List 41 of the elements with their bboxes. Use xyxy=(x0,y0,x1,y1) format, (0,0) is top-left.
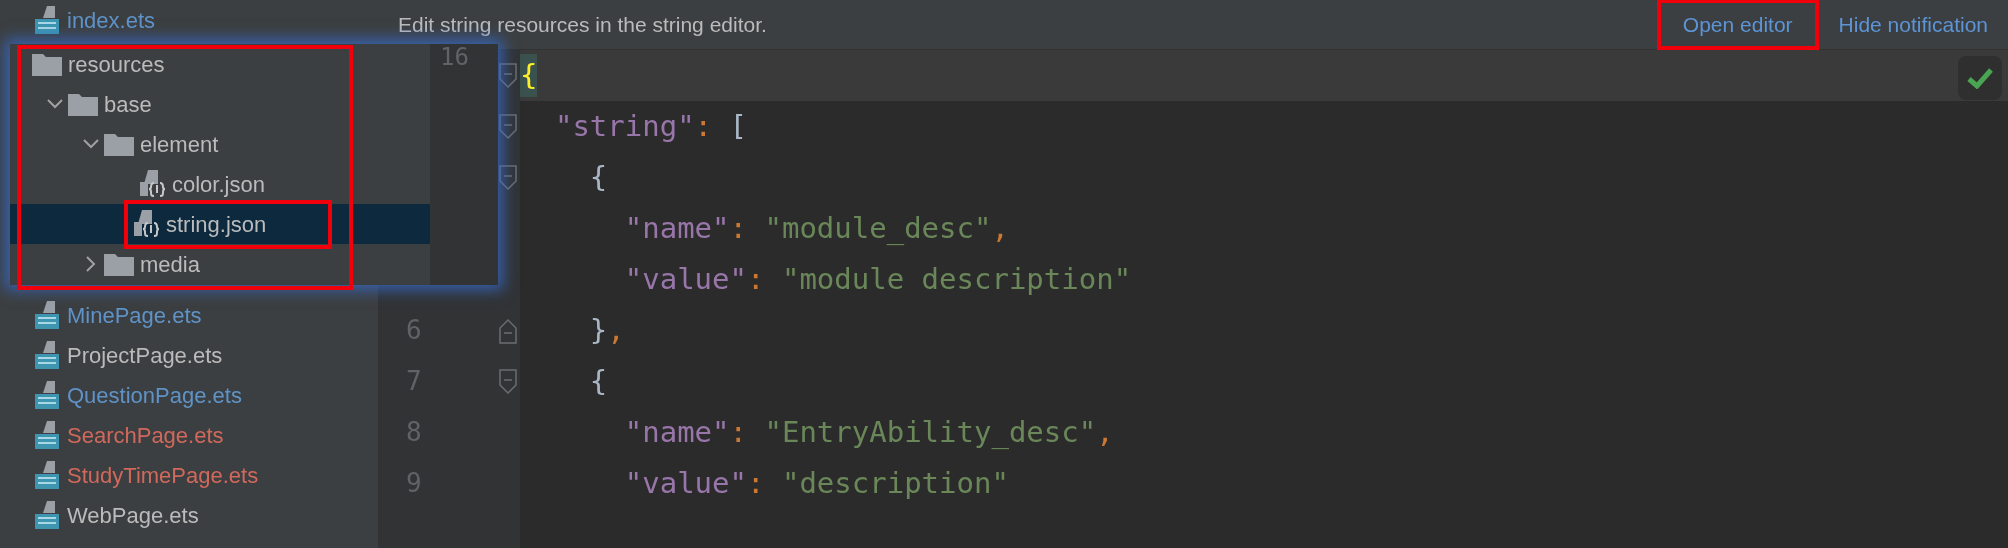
code-line: "string": [ xyxy=(553,107,748,145)
file-name[interactable]: SearchPage.ets xyxy=(67,418,224,452)
ets-file-icon xyxy=(35,501,59,529)
code-line: { xyxy=(588,158,609,196)
folder-icon xyxy=(104,252,134,276)
file-name[interactable]: QuestionPage.ets xyxy=(67,378,242,412)
file-name[interactable]: index.ets xyxy=(67,3,156,37)
tree-item[interactable]: resources xyxy=(10,44,430,84)
tree-label: base xyxy=(104,90,152,119)
json-file-icon xyxy=(134,210,160,238)
tree-label: color.json xyxy=(172,170,265,199)
ets-file-icon xyxy=(35,381,59,409)
code-line: "value": "module description" xyxy=(623,260,1133,298)
tree-item[interactable]: color.json xyxy=(10,164,430,204)
notification-text: Edit string resources in the string editor. xyxy=(398,11,767,38)
code-line: { xyxy=(588,362,609,400)
tree-label: resources xyxy=(68,50,165,79)
ets-file-icon xyxy=(35,341,59,369)
folder-icon xyxy=(68,92,98,116)
ets-file-icon xyxy=(35,6,59,34)
folder-icon xyxy=(32,52,62,76)
code-line: "name": "EntryAbility_desc", xyxy=(623,413,1115,451)
ets-file-icon xyxy=(35,301,59,329)
tree-label: media xyxy=(140,250,200,279)
ets-file-icon xyxy=(35,421,59,449)
file-name[interactable]: ProjectPage.ets xyxy=(67,338,223,372)
notification-link[interactable]: Hide notification xyxy=(1838,4,1988,45)
tree-item[interactable]: media xyxy=(10,244,430,284)
tree-label: string.json xyxy=(166,210,267,239)
file-name[interactable]: MinePage.ets xyxy=(67,298,202,332)
ets-file-icon xyxy=(35,461,59,489)
folder-icon xyxy=(104,132,134,156)
file-name[interactable]: StudyTimePage.ets xyxy=(67,458,259,492)
tree-item[interactable]: base xyxy=(10,84,430,124)
json-file-icon xyxy=(140,170,166,198)
code-line: "value": "description" xyxy=(623,464,1010,502)
file-name[interactable]: WebPage.ets xyxy=(67,498,199,532)
tree-item[interactable]: element xyxy=(10,124,430,164)
tree-label: element xyxy=(140,130,219,159)
code-line: "name": "module_desc", xyxy=(623,209,1010,247)
code-line: }, xyxy=(588,311,626,349)
